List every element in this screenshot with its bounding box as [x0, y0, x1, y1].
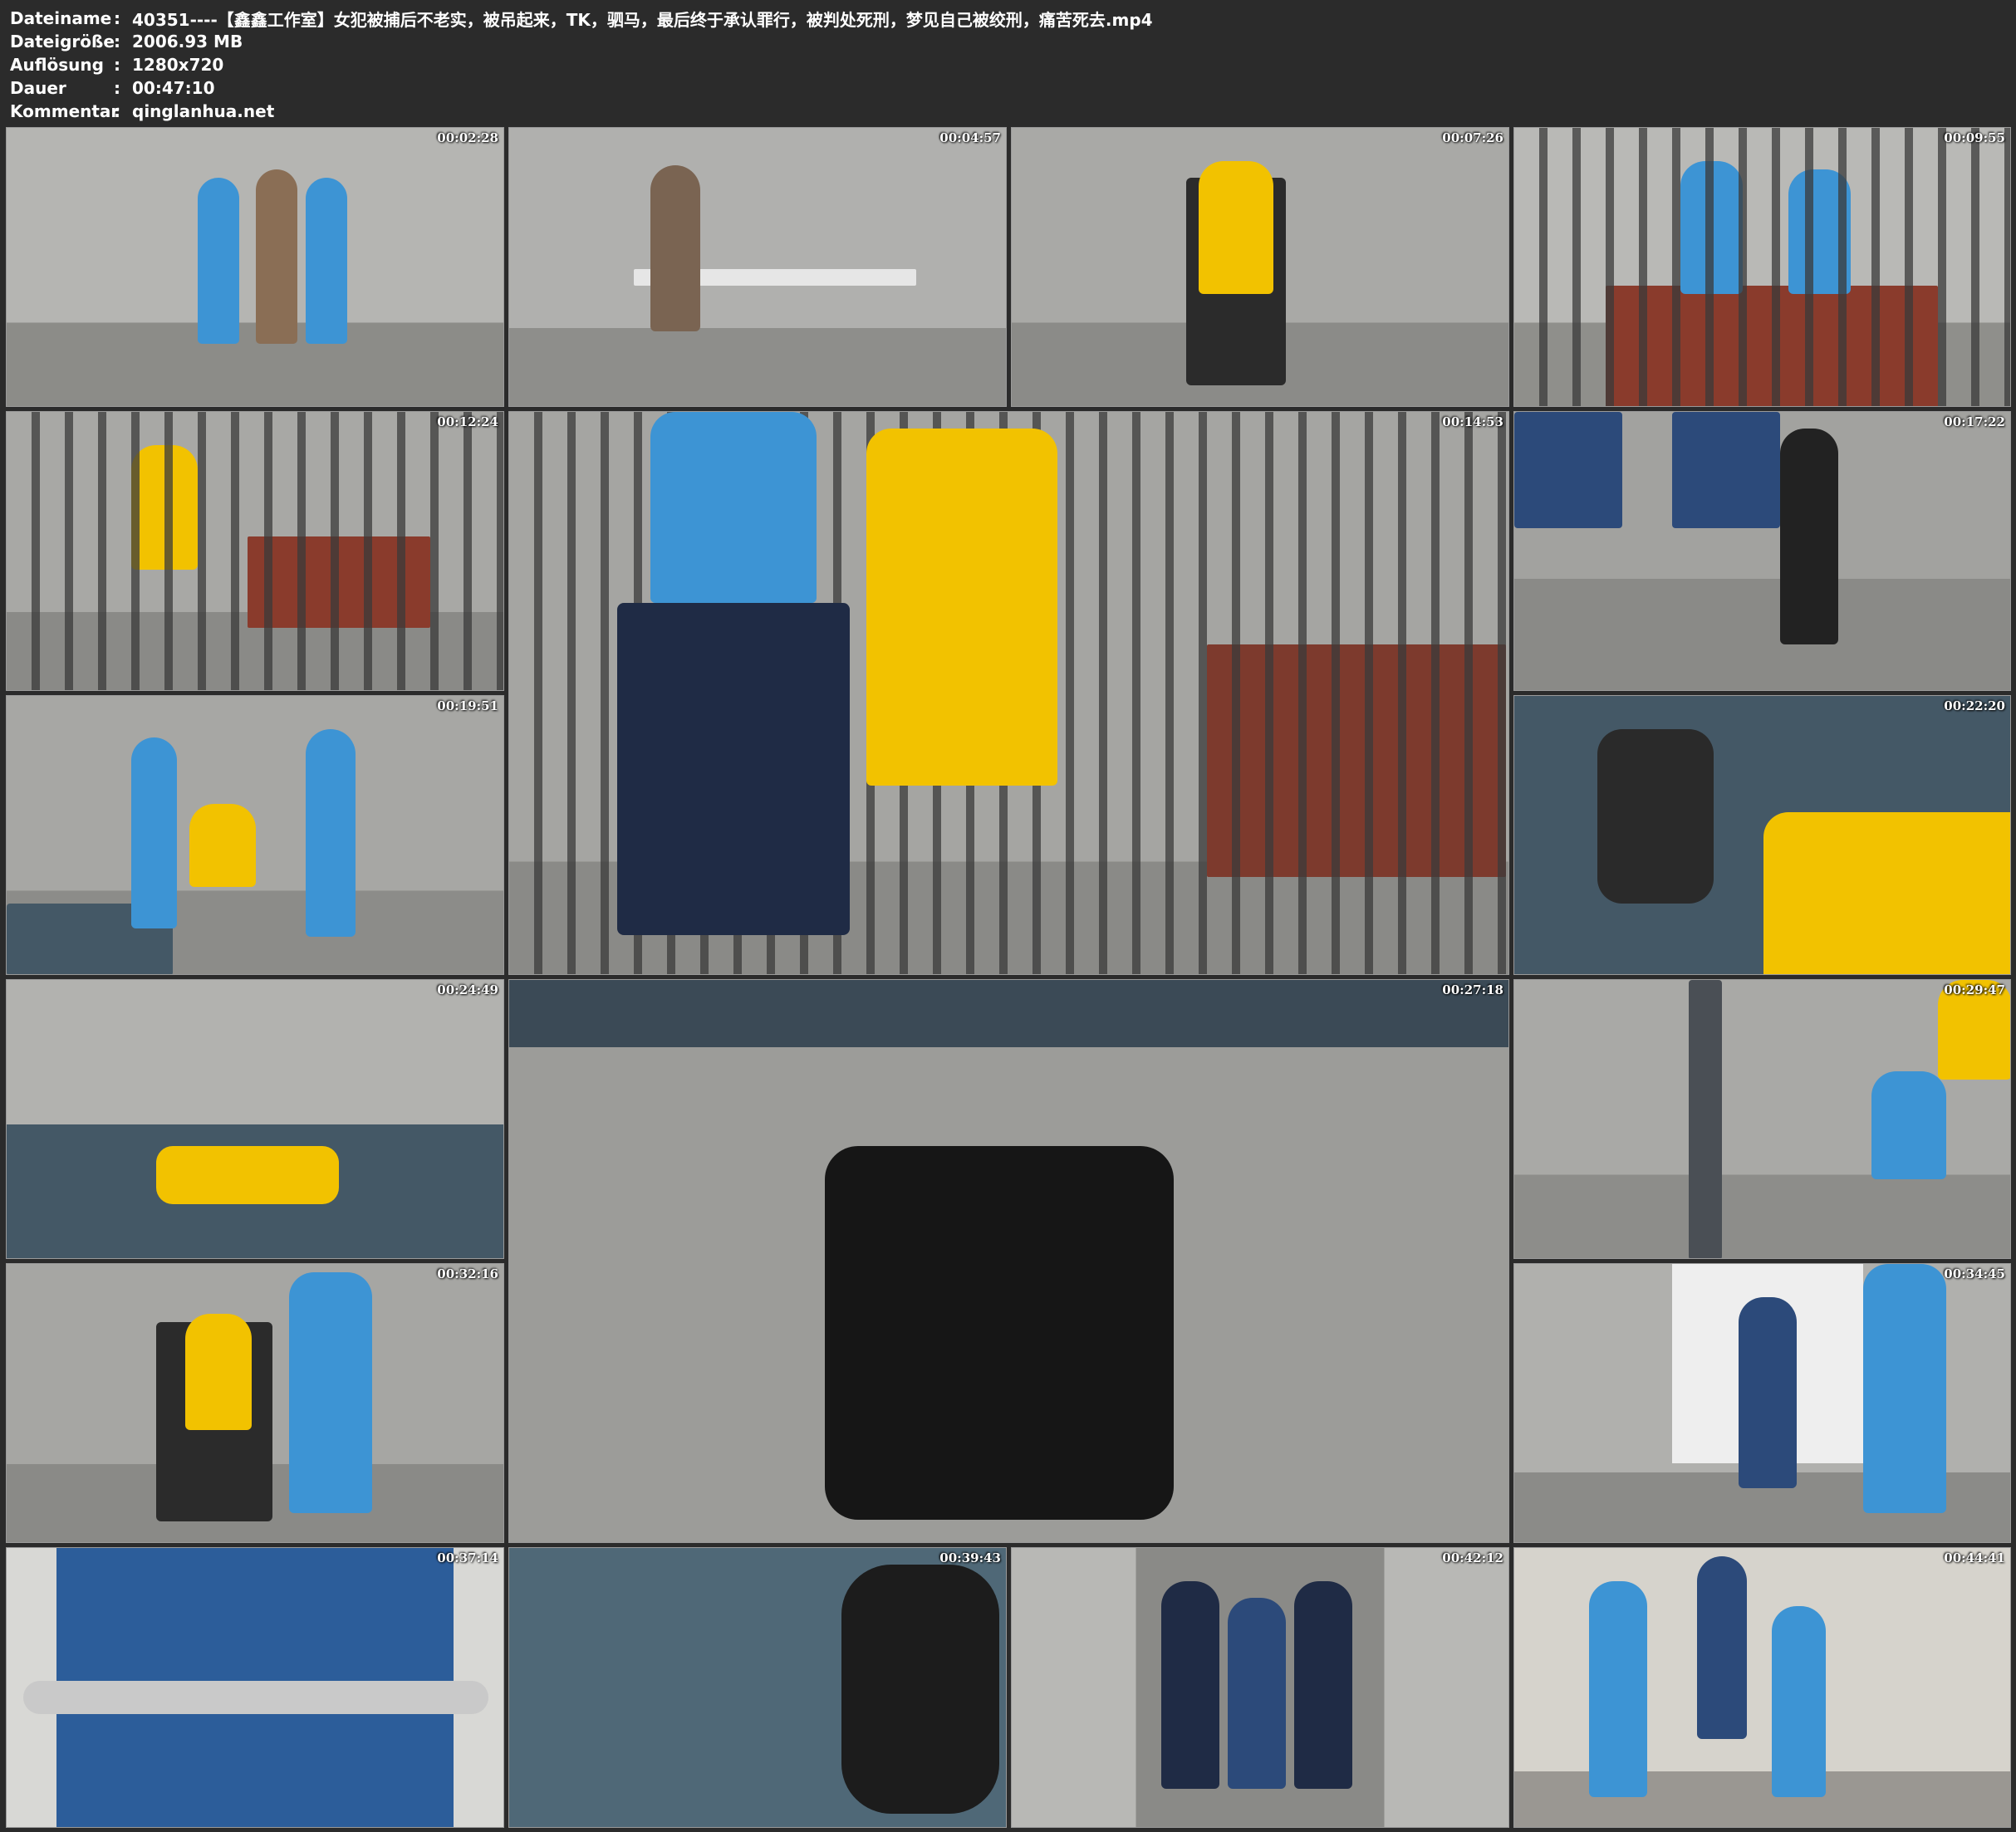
figure	[866, 429, 1057, 786]
figure	[1589, 1581, 1647, 1797]
figure	[289, 1272, 372, 1513]
thumbnail-large[interactable]: 00:27:18	[508, 979, 1509, 1543]
meta-row-comment: Kommentar : qinglanhua.net	[10, 100, 2004, 123]
thumbnail-large[interactable]: 00:14:53	[508, 411, 1509, 975]
meta-value: qinglanhua.net	[132, 101, 275, 121]
thumbnail[interactable]: 00:12:24	[6, 411, 504, 691]
thumbnail-image	[7, 128, 503, 406]
figure	[1780, 429, 1838, 644]
figure-legs	[1597, 729, 1714, 904]
meta-key: Dateiname	[10, 8, 112, 28]
figure	[1739, 1297, 1797, 1488]
figure	[306, 729, 356, 937]
figure	[198, 178, 239, 344]
figure	[1697, 1556, 1747, 1739]
cell-bars	[7, 412, 503, 690]
figure	[1871, 1071, 1946, 1179]
thumbnail[interactable]: 00:17:22	[1513, 411, 2011, 691]
figure	[1763, 812, 2010, 974]
thumbnail[interactable]: 00:19:51	[6, 695, 504, 975]
timestamp-label: 00:12:24	[437, 414, 498, 429]
figure	[306, 178, 347, 344]
timestamp-label: 00:44:41	[1944, 1550, 2005, 1565]
thumbnail[interactable]: 00:22:20	[1513, 695, 2011, 975]
thumbnail[interactable]: 00:29:47	[1513, 979, 2011, 1259]
timestamp-label: 00:34:45	[1944, 1266, 2005, 1281]
file-info-header: Dateiname : 40351----【鑫鑫工作室】女犯被捕后不老实，被吊起…	[10, 7, 2004, 123]
timestamp-label: 00:24:49	[437, 982, 498, 997]
figure	[1161, 1581, 1219, 1789]
timestamp-label: 00:07:26	[1442, 130, 1503, 145]
timestamp-label: 00:32:16	[437, 1266, 498, 1281]
meta-value: 2006.93 MB	[132, 32, 243, 51]
timestamp-label: 00:17:22	[1944, 414, 2005, 429]
timestamp-label: 00:04:57	[939, 130, 1001, 145]
thumbnail[interactable]: 00:44:41	[1513, 1547, 2011, 1828]
figure-foot	[841, 1565, 999, 1814]
meta-separator: :	[114, 8, 120, 28]
meta-key: Auflösung	[10, 55, 104, 75]
timestamp-label: 00:19:51	[437, 698, 498, 713]
timestamp-label: 00:29:47	[1944, 982, 2005, 997]
thumbnail-image	[7, 980, 503, 1258]
thumbnail[interactable]: 00:37:14	[6, 1547, 504, 1828]
thumbnail[interactable]: 00:07:26	[1011, 127, 1509, 407]
cell-bars	[1514, 128, 2010, 406]
meta-row-filesize: Dateigröße : 2006.93 MB	[10, 30, 2004, 53]
meta-key: Kommentar	[10, 101, 120, 121]
figure	[256, 169, 297, 344]
meta-separator: :	[114, 32, 120, 51]
figure	[189, 804, 256, 887]
meta-separator: :	[114, 78, 120, 98]
thumbnail[interactable]: 00:42:12	[1011, 1547, 1509, 1828]
figure	[1772, 1606, 1826, 1797]
meta-key: Dauer	[10, 78, 66, 98]
figure	[1294, 1581, 1352, 1789]
meta-row-filename: Dateiname : 40351----【鑫鑫工作室】女犯被捕后不老实，被吊起…	[10, 7, 2004, 30]
figure	[131, 737, 177, 928]
figure	[1863, 1264, 1946, 1513]
figure	[650, 165, 700, 331]
meta-value: 00:47:10	[132, 78, 215, 98]
shoes	[825, 1146, 1174, 1520]
cell-bar	[1689, 980, 1722, 1258]
figure-skirt	[617, 603, 850, 935]
thumbnail[interactable]: 00:32:16	[6, 1263, 504, 1543]
thumbnail[interactable]: 00:02:28	[6, 127, 504, 407]
timestamp-label: 00:42:12	[1442, 1550, 1503, 1565]
figure	[156, 1146, 339, 1204]
figure	[185, 1314, 252, 1430]
thumbnail-grid: 00:02:28 00:04:57 00:07:26 00:09:55 00:1…	[6, 127, 2011, 1828]
thumbnail[interactable]: 00:09:55	[1513, 127, 2011, 407]
timestamp-label: 00:27:18	[1442, 982, 1503, 997]
meta-row-resolution: Auflösung : 1280x720	[10, 53, 2004, 76]
timestamp-label: 00:39:43	[939, 1550, 1001, 1565]
figure	[650, 412, 817, 603]
thumbnail[interactable]: 00:39:43	[508, 1547, 1007, 1828]
thumbnail[interactable]: 00:34:45	[1513, 1263, 2011, 1543]
figure	[1199, 161, 1273, 294]
thumbnail[interactable]: 00:04:57	[508, 127, 1007, 407]
timestamp-label: 00:37:14	[437, 1550, 498, 1565]
thumbnail[interactable]: 00:24:49	[6, 979, 504, 1259]
timestamp-label: 00:02:28	[437, 130, 498, 145]
meta-value: 40351----【鑫鑫工作室】女犯被捕后不老实，被吊起来，TK，驷马，最后终于…	[132, 9, 1153, 30]
figure-skirt	[1672, 412, 1780, 528]
figure-skirt	[1514, 412, 1622, 528]
meta-value: 1280x720	[132, 55, 224, 75]
thumbnail-image	[509, 128, 1006, 406]
handcuffs	[23, 1681, 488, 1714]
timestamp-label: 00:14:53	[1442, 414, 1503, 429]
meta-row-duration: Dauer : 00:47:10	[10, 76, 2004, 100]
timestamp-label: 00:09:55	[1944, 130, 2005, 145]
figure	[1228, 1598, 1286, 1789]
meta-separator: :	[114, 55, 120, 75]
timestamp-label: 00:22:20	[1944, 698, 2005, 713]
meta-separator: :	[114, 101, 120, 121]
meta-key: Dateigröße	[10, 32, 115, 51]
